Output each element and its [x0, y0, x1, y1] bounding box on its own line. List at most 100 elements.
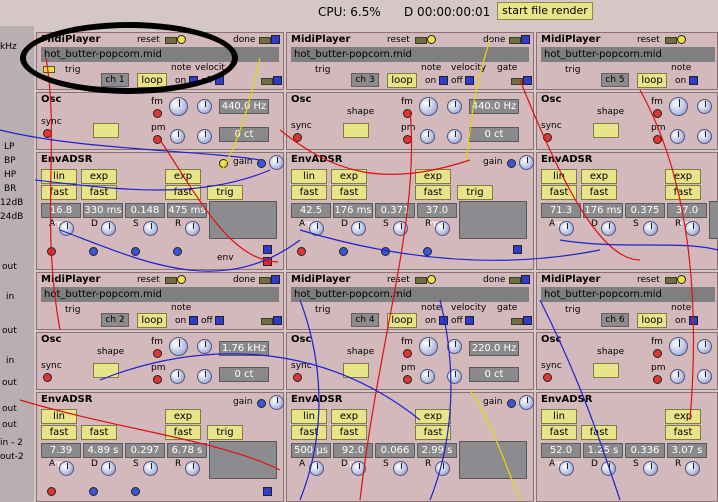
done-port[interactable] — [521, 275, 530, 284]
release-knob[interactable] — [435, 461, 450, 476]
trig-mode-button[interactable]: trig — [207, 425, 243, 440]
fm-knob[interactable] — [419, 97, 438, 116]
freq-knob[interactable] — [697, 99, 712, 114]
loop-button[interactable]: loop — [637, 73, 667, 88]
fm-port[interactable] — [153, 109, 162, 118]
osc-module[interactable]: Osc shape sync fm pm — [536, 92, 718, 150]
note-port[interactable] — [439, 76, 448, 85]
release-curve-exp-button[interactable]: exp — [165, 169, 201, 184]
midi-file-field[interactable]: hot_butter-popcorn.mid — [41, 287, 279, 302]
attack-speed-button[interactable]: fast — [291, 185, 327, 200]
attack-mod-port[interactable] — [47, 247, 56, 256]
gain-knob[interactable] — [519, 395, 534, 410]
loop-button[interactable]: loop — [387, 73, 417, 88]
attack-knob[interactable] — [309, 221, 324, 236]
velocity-port[interactable] — [215, 316, 224, 325]
note-port[interactable] — [689, 76, 698, 85]
release-curve-exp-button[interactable]: exp — [415, 169, 451, 184]
freq-knob[interactable] — [447, 339, 462, 354]
midi-player-module[interactable]: MidiPlayer reset hot_butter-popcorn.mid … — [536, 32, 718, 90]
trig-mode-button[interactable]: trig — [207, 185, 243, 200]
decay-mod-port[interactable] — [339, 247, 348, 256]
attack-curve-lin-button[interactable]: lin — [41, 409, 77, 424]
fm-port[interactable] — [403, 109, 412, 118]
decay-speed-button[interactable]: fast — [581, 185, 617, 200]
channel-button[interactable]: ch 4 — [351, 313, 379, 327]
decay-mod-port[interactable] — [89, 487, 98, 496]
attack-mod-port[interactable] — [297, 247, 306, 256]
sustain-mod-port[interactable] — [131, 247, 140, 256]
midi-player-module[interactable]: MidiPlayer reset done hot_butter-popcorn… — [286, 32, 534, 90]
midi-file-field[interactable]: hot_butter-popcorn.mid — [541, 47, 715, 62]
release-speed-button[interactable]: fast — [165, 185, 201, 200]
decay-curve-exp-button[interactable]: exp — [331, 169, 367, 184]
env-out-port[interactable] — [263, 487, 272, 496]
decay-knob[interactable] — [351, 221, 366, 236]
env-adsr-module[interactable]: EnvADSR gain lin exp exp fast fast fast … — [286, 152, 534, 270]
env-out-port[interactable] — [263, 245, 272, 254]
trig-mode-button[interactable]: trig — [457, 185, 493, 200]
release-speed-button[interactable]: fast — [165, 425, 201, 440]
release-curve-exp-button[interactable]: exp — [665, 169, 701, 184]
loop-button[interactable]: loop — [137, 313, 167, 328]
attack-knob[interactable] — [559, 461, 574, 476]
attack-speed-button[interactable]: fast — [541, 185, 577, 200]
gain-knob[interactable] — [269, 395, 284, 410]
attack-curve-lin-button[interactable]: lin — [541, 169, 577, 184]
sustain-mod-port[interactable] — [381, 247, 390, 256]
osc-module[interactable]: Osc shape sync fm pm 440.0 Hz 0 ct — [286, 92, 534, 150]
cents-knob[interactable] — [447, 369, 462, 384]
done-port[interactable] — [271, 275, 280, 284]
sync-port[interactable] — [43, 373, 52, 382]
release-knob[interactable] — [185, 221, 200, 236]
osc-module[interactable]: Osc shape sync fm pm — [536, 332, 718, 390]
attack-mod-port[interactable] — [47, 487, 56, 496]
attack-speed-button[interactable]: fast — [291, 425, 327, 440]
reset-port[interactable] — [677, 35, 686, 44]
sustain-knob[interactable] — [643, 461, 658, 476]
reset-port[interactable] — [427, 275, 436, 284]
gate-port[interactable] — [273, 316, 282, 325]
fm-knob[interactable] — [169, 337, 188, 356]
decay-knob[interactable] — [101, 461, 116, 476]
sustain-knob[interactable] — [393, 461, 408, 476]
saw-wave-icon[interactable] — [93, 363, 119, 378]
decay-speed-button[interactable]: fast — [331, 425, 367, 440]
midi-player-module[interactable]: MidiPlayer reset done hot_butter-popcorn… — [36, 272, 284, 330]
release-curve-exp-button[interactable]: exp — [415, 409, 451, 424]
fm-port[interactable] — [653, 349, 662, 358]
midi-file-field[interactable]: hot_butter-popcorn.mid — [291, 287, 529, 302]
channel-button[interactable]: ch 3 — [351, 73, 379, 87]
sustain-knob[interactable] — [643, 221, 658, 236]
pm-knob[interactable] — [420, 129, 435, 144]
release-knob[interactable] — [185, 461, 200, 476]
release-speed-button[interactable]: fast — [415, 185, 451, 200]
gain-port[interactable] — [257, 159, 266, 168]
osc-module[interactable]: Osc sync fm pm 440.0 Hz 0 ct — [36, 92, 284, 150]
pm-port[interactable] — [403, 375, 412, 384]
env-adsr-module[interactable]: EnvADSR lin exp exp fast fast fast 71.3 … — [536, 152, 718, 270]
pm-knob[interactable] — [170, 369, 185, 384]
sync-port[interactable] — [293, 133, 302, 142]
decay-curve-exp-button[interactable]: exp — [581, 169, 617, 184]
fm-port[interactable] — [153, 349, 162, 358]
sustain-mod-port[interactable] — [131, 487, 140, 496]
release-speed-button[interactable]: fast — [665, 425, 701, 440]
decay-knob[interactable] — [101, 221, 116, 236]
env-adsr-module[interactable]: EnvADSR lin exp fast fast fast 52.0 ms 1… — [536, 392, 718, 502]
gain-knob[interactable] — [269, 155, 284, 170]
gate-port[interactable] — [523, 316, 532, 325]
gain-knob[interactable] — [519, 155, 534, 170]
attack-curve-lin-button[interactable]: lin — [41, 169, 77, 184]
sync-port[interactable] — [43, 129, 52, 138]
gain-port[interactable] — [507, 399, 516, 408]
done-port[interactable] — [271, 35, 280, 44]
decay-curve-exp-button[interactable]: exp — [331, 409, 367, 424]
sine-wave-icon[interactable] — [343, 363, 369, 378]
sync-port[interactable] — [543, 133, 552, 142]
fm-port[interactable] — [403, 349, 412, 358]
release-speed-button[interactable]: fast — [665, 185, 701, 200]
freq-knob[interactable] — [197, 99, 212, 114]
attack-knob[interactable] — [559, 221, 574, 236]
fm-knob[interactable] — [419, 337, 438, 356]
